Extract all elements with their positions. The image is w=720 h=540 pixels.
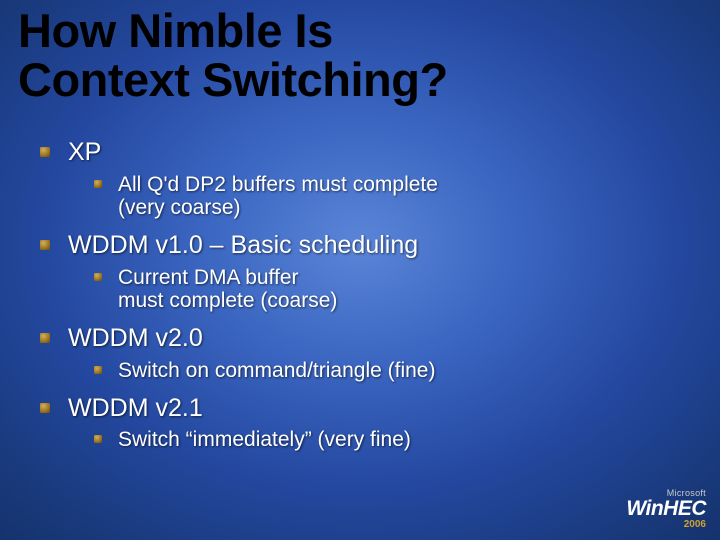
winhec-logo: Microsoft WinHEC 2006 xyxy=(626,489,706,530)
bullet-text: WDDM v1.0 – Basic scheduling xyxy=(68,231,418,259)
bullet-wddm-v1: WDDM v1.0 – Basic scheduling xyxy=(40,231,660,260)
title-line-2: Context Switching? xyxy=(18,53,448,106)
title-line-1: How Nimble Is xyxy=(18,4,333,57)
subbullet-text-line1: Current DMA buffer xyxy=(118,266,299,289)
subbullet-text-line2: must complete (coarse) xyxy=(118,289,337,312)
bullet-wddm-v2-1: WDDM v2.1 xyxy=(40,394,660,423)
bullet-text: WDDM v2.0 xyxy=(68,324,203,352)
logo-year: 2006 xyxy=(626,520,706,530)
subbullet-wddm-v2-0-detail: Switch on command/triangle (fine) xyxy=(94,359,660,382)
subbullet-wddm-v1-detail: Current DMA buffer must complete (coarse… xyxy=(94,266,660,312)
slide-content: XP All Q'd DP2 buffers must complete (ve… xyxy=(40,126,660,462)
bullet-wddm-v2-0: WDDM v2.0 xyxy=(40,324,660,353)
bullet-text: WDDM v2.1 xyxy=(68,394,203,422)
subbullet-text: Switch on command/triangle (fine) xyxy=(118,359,435,382)
subbullet-text-line1: All Q'd DP2 buffers must complete xyxy=(118,173,438,196)
subbullet-wddm-v2-1-detail: Switch “immediately” (very fine) xyxy=(94,428,660,451)
bullet-xp: XP xyxy=(40,138,660,167)
subbullet-text-line2: (very coarse) xyxy=(118,196,241,219)
bullet-text: XP xyxy=(68,138,101,166)
subbullet-text: Switch “immediately” (very fine) xyxy=(118,428,411,451)
slide-title: How Nimble Is Context Switching? xyxy=(18,6,448,105)
slide: How Nimble Is Context Switching? XP All … xyxy=(0,0,720,540)
logo-event: WinHEC xyxy=(626,498,706,519)
subbullet-xp-detail: All Q'd DP2 buffers must complete (very … xyxy=(94,173,660,219)
